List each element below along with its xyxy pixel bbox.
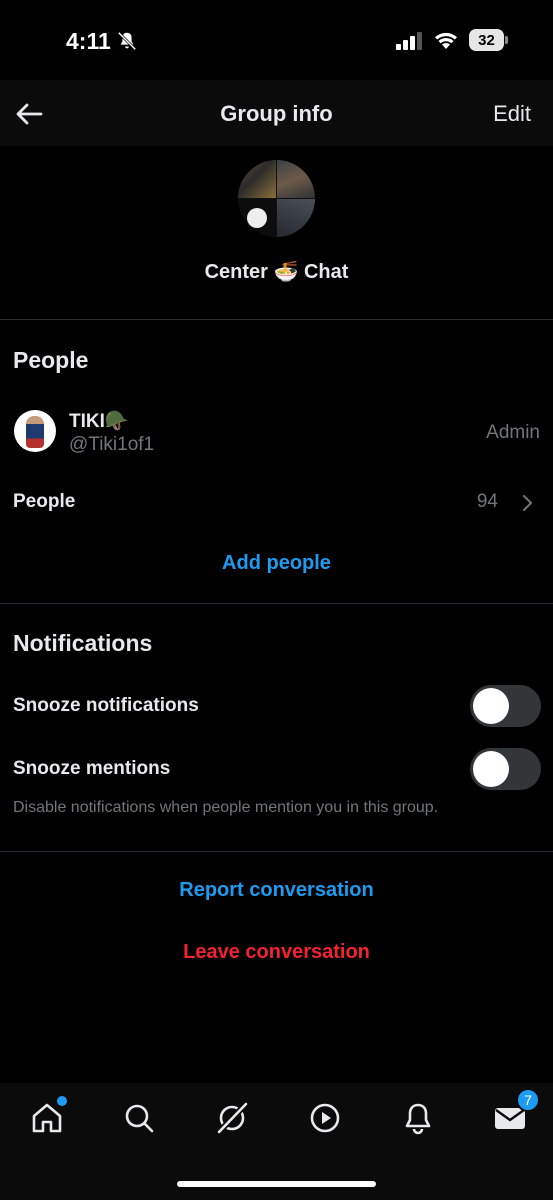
people-count: 94 [476, 491, 498, 512]
chevron-right-icon [523, 495, 532, 511]
people-section-title: People [13, 347, 89, 373]
edit-button[interactable]: Edit [493, 101, 531, 127]
member-name: TIKI🪖 [69, 411, 129, 432]
snooze-notifications-label: Snooze notifications [13, 695, 199, 716]
nav-video[interactable] [307, 1100, 343, 1136]
member-role-badge: Admin [486, 422, 540, 443]
group-avatar[interactable] [238, 160, 315, 237]
nav-search[interactable] [121, 1100, 157, 1136]
status-bar: 4:11 32 [0, 0, 553, 80]
snooze-mentions-label: Snooze mentions [13, 758, 171, 779]
bell-icon [405, 1103, 431, 1135]
bell-muted-icon [117, 31, 137, 51]
group-name: Center 🍜 Chat [204, 261, 349, 283]
nav-grok[interactable] [214, 1100, 250, 1136]
group-avatar-tile [277, 160, 315, 198]
leave-conversation-button[interactable]: Leave conversation [0, 941, 553, 964]
toggle-knob [473, 688, 509, 724]
divider [0, 603, 553, 604]
nav-home[interactable] [29, 1096, 67, 1136]
messages-badge: 7 [516, 1088, 540, 1112]
member-handle: @Tiki1of1 [69, 434, 155, 455]
group-avatar-tile [238, 199, 276, 237]
battery-indicator: 32 [469, 29, 509, 51]
toggle-knob [473, 751, 509, 787]
add-people-button[interactable]: Add people [0, 552, 553, 575]
status-time: 4:11 [66, 28, 111, 54]
unread-dot [57, 1096, 67, 1106]
video-play-icon [310, 1103, 340, 1133]
nav-notifications[interactable] [400, 1100, 436, 1136]
battery-level: 32 [469, 29, 504, 51]
member-avatar[interactable] [14, 410, 56, 452]
top-header: Group info Edit [0, 80, 553, 146]
people-row-label: People [13, 491, 76, 512]
grok-icon [216, 1101, 249, 1135]
divider [0, 319, 553, 320]
wifi-icon [435, 32, 457, 49]
cellular-signal-icon [396, 32, 422, 50]
logo-icon [247, 208, 267, 228]
nav-messages[interactable]: 7 [492, 1088, 540, 1136]
page-title: Group info [220, 101, 333, 126]
group-avatar-tile [238, 160, 276, 198]
report-conversation-button[interactable]: Report conversation [0, 879, 553, 902]
home-indicator[interactable] [177, 1181, 376, 1187]
snooze-notifications-toggle[interactable] [470, 685, 541, 727]
search-icon [125, 1104, 154, 1133]
snooze-mentions-toggle[interactable] [470, 748, 541, 790]
notifications-section-title: Notifications [13, 630, 153, 656]
group-avatar-tile [277, 199, 315, 237]
mentions-hint-text: Disable notifications when people mentio… [13, 799, 439, 816]
divider [0, 851, 553, 852]
